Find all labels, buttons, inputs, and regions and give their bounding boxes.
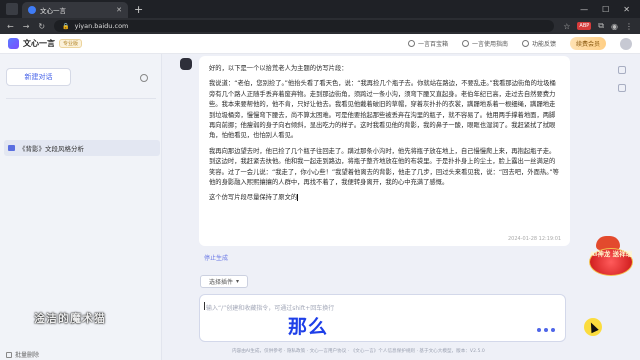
address-bar: ← → ↻ 🔒 yiyan.baidu.com ☆ ABP ⧉ ◉ ⋮: [0, 18, 640, 34]
answer-paragraph: 我说道：“老伯，您别捡了。”他抬头看了看天色，说：“我再捡几个瓶子去。你就站在路…: [209, 80, 556, 140]
header-link-toolbox[interactable]: 一言百宝箱: [407, 39, 448, 48]
browser-tabbar: 文心一言 ✕ + — ☐ ✕: [0, 0, 640, 18]
header-link-label: 一言使用指南: [471, 41, 508, 48]
close-window-icon[interactable]: ✕: [623, 5, 630, 14]
lock-icon: 🔒: [62, 22, 70, 30]
tab-title: 文心一言: [40, 7, 66, 15]
header-link-feedback[interactable]: 功能反馈: [521, 39, 556, 48]
app-header: 文心一言 专业版 一言百宝箱 一言使用指南 功能反馈 续费会员: [0, 34, 640, 54]
new-chat-button[interactable]: 新建对话: [6, 68, 71, 86]
right-toolbar: [618, 66, 626, 92]
search-icon[interactable]: [140, 74, 148, 82]
history-doc-icon: [8, 145, 15, 151]
reply-timestamp: 2024-01-28 12:19:01: [508, 236, 562, 242]
batch-delete-button[interactable]: 批量删除: [6, 350, 39, 359]
answer-paragraph: 我再向那边望去时，他已捡了几个瓶子往回走了。蹒过那条小沟时，他先将瓶子放在地上，…: [209, 147, 559, 187]
promo-badge[interactable]: AI神龙 送祥瑞: [586, 236, 636, 286]
new-tab-button[interactable]: +: [134, 3, 143, 16]
answer-intro: 好的，以下是一个以拾荒老人为主题的仿写片段：: [209, 65, 348, 72]
header-actions: 一言百宝箱 一言使用指南 功能反馈 续费会员: [407, 37, 632, 50]
send-icon[interactable]: [537, 328, 555, 332]
guide-icon: [461, 40, 469, 47]
bot-avatar: [180, 58, 192, 70]
history-item-label: 《背影》文段风格分析: [19, 145, 84, 153]
chat-input[interactable]: 输入“/”创建和收藏指令，可通过shift+回车换行: [199, 294, 566, 342]
stop-generating-button[interactable]: 停止生成: [204, 253, 228, 262]
answer-streaming-line: 这个仿写片段尽量保持了原文的: [209, 193, 560, 203]
share-icon[interactable]: [618, 84, 626, 92]
video-subtitle: 那么: [288, 316, 329, 338]
tab-favicon-icon: [28, 6, 36, 14]
star-icon[interactable]: ☆: [563, 22, 570, 31]
minimize-icon[interactable]: —: [580, 5, 588, 14]
plugin-select-button[interactable]: 选择插件 ▾: [200, 275, 248, 288]
extensions-icon[interactable]: ⧉: [598, 21, 604, 31]
url-text: yiyan.baidu.com: [74, 22, 129, 30]
video-watermark: 淦洁的魔术猫: [34, 312, 106, 325]
checkbox-icon: [6, 351, 12, 358]
ext-abp-icon[interactable]: ABP: [577, 22, 592, 30]
history-icon[interactable]: [618, 66, 626, 74]
header-link-label: 功能反馈: [531, 41, 556, 48]
back-icon[interactable]: ←: [7, 22, 14, 31]
reload-icon[interactable]: ↻: [38, 22, 45, 31]
sidebar-divider: [6, 98, 156, 99]
toolbox-icon: [407, 40, 415, 47]
user-avatar[interactable]: [620, 37, 632, 50]
history-item[interactable]: 《背影》文段风格分析: [4, 140, 160, 156]
batch-delete-label: 批量删除: [15, 352, 40, 359]
input-caret: [204, 302, 205, 310]
header-link-label: 一言百宝箱: [417, 41, 448, 48]
forward-icon[interactable]: →: [23, 22, 30, 31]
extensions-bar: ☆ ABP ⧉ ◉ ⋮: [563, 21, 633, 31]
chat-input-placeholder: 输入“/”创建和收藏指令，可通过shift+回车换行: [206, 305, 335, 312]
tab-close-icon[interactable]: ✕: [116, 6, 122, 14]
browser-tab[interactable]: 文心一言 ✕: [22, 2, 128, 18]
typing-cursor: [297, 193, 299, 201]
app-logo-text[interactable]: 文心一言: [23, 38, 55, 49]
sidebar: 新建对话 《背影》文段风格分析 淦洁的魔术猫 批量删除: [0, 54, 162, 360]
kebab-menu-icon[interactable]: ⋮: [625, 22, 633, 31]
vip-renew-button[interactable]: 续费会员: [569, 37, 606, 50]
pro-badge: 专业版: [59, 39, 83, 48]
window-controls: — ☐ ✕: [580, 5, 640, 14]
chevron-down-icon: ▾: [236, 278, 240, 285]
browser-menu-icon[interactable]: [6, 3, 18, 15]
header-link-guide[interactable]: 一言使用指南: [461, 39, 508, 48]
maximize-icon[interactable]: ☐: [602, 5, 609, 14]
plugin-label: 选择插件: [208, 279, 233, 286]
promo-text: AI神龙 送祥瑞: [589, 250, 633, 258]
footer-note: 内容由AI生成，仅供参考 · 隐私政策 · 文心一言用户协议 · 《文心一言》个…: [232, 349, 485, 354]
logo-icon: [8, 38, 19, 49]
answer-card: 好的，以下是一个以拾荒老人为主题的仿写片段： 我说道：“老伯，您别捡了。”他抬头…: [199, 56, 570, 246]
url-field[interactable]: 🔒 yiyan.baidu.com: [54, 20, 555, 32]
answer-last-text: 这个仿写片段尽量保持了原文的: [209, 194, 298, 202]
feedback-icon: [521, 40, 529, 47]
profile-icon[interactable]: ◉: [611, 22, 618, 31]
